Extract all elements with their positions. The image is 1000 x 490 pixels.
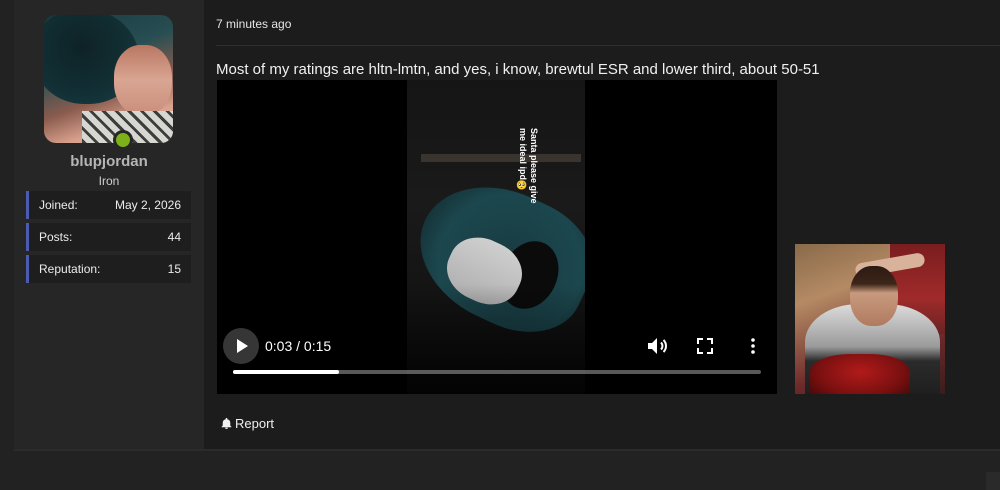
avatar[interactable] — [44, 15, 173, 143]
post-timestamp[interactable]: 7 minutes ago — [216, 17, 291, 31]
more-vertical-icon[interactable] — [741, 334, 765, 358]
stat-label: Reputation: — [39, 262, 101, 276]
video-caption: Santa please give me ideal ipd🥺 — [518, 128, 539, 204]
post-text: Most of my ratings are hltn-lmtn, and ye… — [216, 61, 820, 78]
fullscreen-icon[interactable] — [693, 334, 717, 358]
volume-icon[interactable] — [645, 334, 669, 358]
post: blupjordan Iron Joined: May 2, 2026 Post… — [14, 0, 1000, 451]
bell-icon — [221, 417, 232, 429]
video-progress-fill — [233, 370, 339, 374]
play-icon[interactable] — [223, 328, 259, 364]
stat-reputation: Reputation: 15 — [26, 255, 191, 283]
post-content: 7 minutes ago Most of my ratings are hlt… — [204, 0, 1000, 449]
stat-joined: Joined: May 2, 2026 — [26, 191, 191, 219]
video-player[interactable]: Santa please give me ideal ipd🥺 0:03 / 0… — [217, 80, 777, 394]
stat-label: Posts: — [39, 230, 73, 244]
stat-value: 44 — [167, 230, 181, 244]
video-time: 0:03 / 0:15 — [265, 338, 332, 354]
stat-posts: Posts: 44 — [26, 223, 191, 251]
user-sidebar: blupjordan Iron Joined: May 2, 2026 Post… — [14, 0, 204, 449]
video-progress-bar[interactable] — [233, 370, 761, 374]
divider — [216, 45, 1000, 46]
user-rank: Iron — [98, 174, 120, 188]
report-button[interactable]: Report — [220, 416, 274, 431]
stat-label: Joined: — [39, 198, 78, 212]
scroll-corner — [986, 472, 1000, 490]
attached-image[interactable] — [795, 244, 945, 394]
report-label: Report — [235, 416, 275, 431]
stat-value: 15 — [167, 262, 181, 276]
username[interactable]: blupjordan — [14, 153, 204, 170]
online-status-icon — [113, 130, 133, 150]
stat-value: May 2, 2026 — [114, 198, 181, 212]
